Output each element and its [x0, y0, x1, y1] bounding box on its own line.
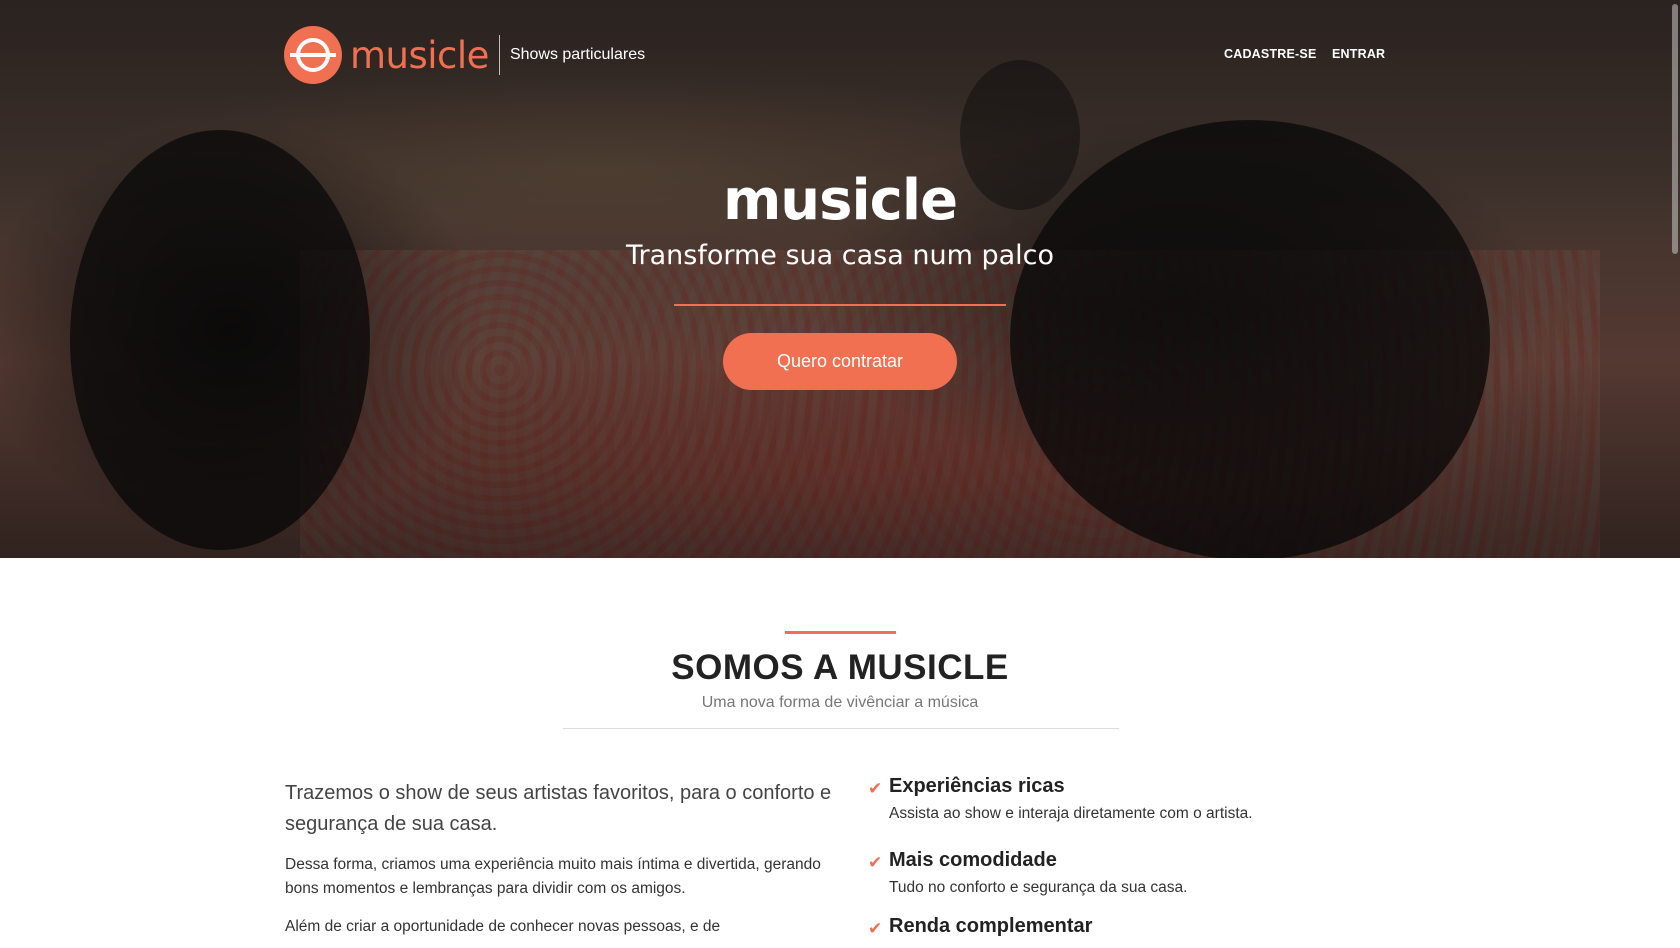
section-accent-line — [785, 631, 896, 634]
feature-title: Renda complementar — [889, 915, 1093, 937]
nav-login-link[interactable]: ENTRAR — [1332, 47, 1385, 61]
check-icon: ✔ — [868, 919, 883, 938]
nav-signup-link[interactable]: CADASTRE-SE — [1224, 47, 1316, 61]
hero-subtitle: Transforme sua casa num palco — [625, 240, 1055, 271]
feature-title: Mais comodidade — [889, 849, 1057, 871]
brand[interactable]: musicle Shows particulares — [284, 26, 645, 84]
feature-title: Experiências ricas — [889, 775, 1065, 797]
check-icon: ✔ — [868, 853, 883, 872]
section-subtitle: Uma nova forma de vivênciar a música — [701, 694, 979, 711]
section-title: SOMOS A MUSICLE — [671, 648, 1009, 687]
hire-button[interactable]: Quero contratar — [723, 333, 957, 390]
hero-title: musicle — [722, 168, 958, 233]
hero-divider — [674, 304, 1006, 306]
logo-text: musicle — [350, 33, 489, 77]
feature-description: Assista ao show e interaja diretamente c… — [889, 805, 1253, 822]
musicle-logo-icon — [284, 26, 342, 84]
section-divider — [563, 728, 1119, 729]
about-paragraph: Além de criar a oportunidade de conhecer… — [285, 918, 721, 935]
hero-overlay — [0, 0, 1680, 558]
brand-tagline: Shows particulares — [509, 46, 646, 63]
feature-description: Tudo no conforto e segurança da sua casa… — [889, 879, 1188, 896]
about-lead: Trazemos o show de seus artistas favorit… — [285, 782, 832, 835]
hero-section — [0, 0, 1680, 558]
about-paragraph: Dessa forma, criamos uma experiência mui… — [285, 856, 821, 897]
brand-divider — [498, 35, 500, 75]
check-icon: ✔ — [868, 779, 883, 798]
